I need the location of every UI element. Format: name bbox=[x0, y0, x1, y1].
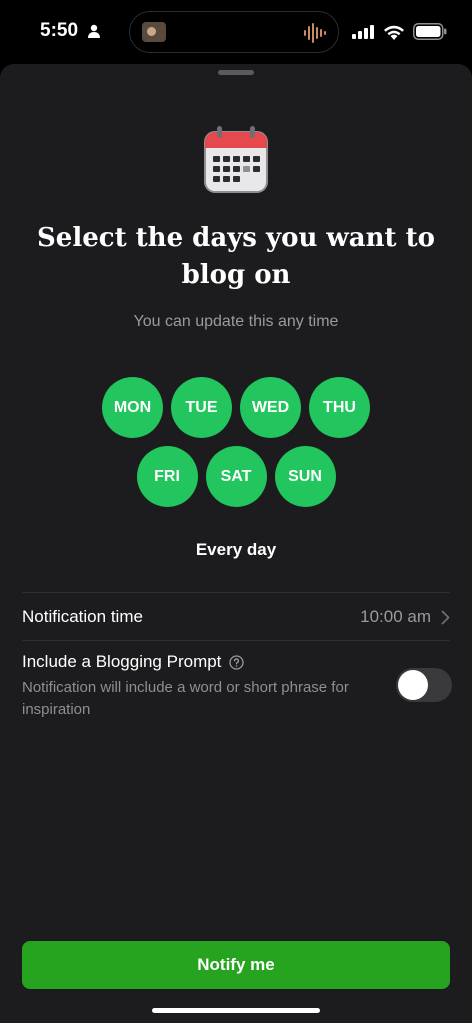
day-toggle-wed[interactable]: WED bbox=[240, 377, 301, 438]
person-icon bbox=[88, 24, 100, 38]
blogging-prompt-setting: Include a Blogging Prompt Notification w… bbox=[22, 652, 450, 721]
notification-time-label: Notification time bbox=[22, 607, 143, 626]
day-toggle-thu[interactable]: THU bbox=[309, 377, 370, 438]
sheet-grabber[interactable] bbox=[218, 70, 254, 75]
now-playing-thumbnail bbox=[142, 22, 166, 42]
notification-time-row[interactable]: Notification time 10:00 am bbox=[22, 593, 450, 641]
day-row-rest: FRI SAT SUN bbox=[0, 446, 472, 507]
calendar-icon bbox=[204, 126, 268, 193]
blog-schedule-sheet: Select the days you want to blog on You … bbox=[0, 64, 472, 1023]
day-selector: MON TUE WED THU FRI SAT SUN bbox=[0, 377, 472, 515]
day-toggle-fri[interactable]: FRI bbox=[136, 446, 198, 507]
dynamic-island[interactable] bbox=[129, 11, 339, 53]
wifi-icon bbox=[384, 25, 404, 40]
help-circle-icon[interactable] bbox=[229, 654, 245, 670]
home-indicator[interactable] bbox=[152, 1008, 320, 1013]
audio-waveform-icon bbox=[304, 23, 326, 43]
notify-me-button[interactable]: Notify me bbox=[22, 941, 450, 989]
toggle-knob bbox=[398, 670, 428, 700]
day-toggle-sat[interactable]: SAT bbox=[205, 446, 267, 507]
blogging-prompt-label: Include a Blogging Prompt bbox=[22, 652, 222, 671]
notification-time-value: 10:00 am bbox=[360, 607, 431, 626]
signal-icon bbox=[352, 25, 374, 39]
blogging-prompt-description: Notification will include a word or shor… bbox=[22, 679, 349, 718]
day-toggle-mon[interactable]: MON bbox=[102, 377, 163, 438]
blogging-prompt-title-row: Include a Blogging Prompt bbox=[22, 652, 450, 672]
notification-time-value-group: 10:00 am bbox=[360, 607, 450, 627]
day-toggle-tue[interactable]: TUE bbox=[171, 377, 232, 438]
day-toggle-sun[interactable]: SUN bbox=[274, 446, 336, 507]
page-subtitle: You can update this any time bbox=[133, 313, 339, 330]
page-title: Select the days you want to blog on bbox=[37, 223, 435, 290]
divider bbox=[22, 640, 450, 641]
blogging-prompt-toggle[interactable] bbox=[396, 668, 452, 702]
chevron-right-icon bbox=[441, 610, 450, 624]
status-bar: 5:50 bbox=[0, 0, 472, 64]
battery-icon bbox=[413, 23, 447, 40]
status-time: 5:50 bbox=[40, 20, 79, 41]
day-row-weekdays: MON TUE WED THU bbox=[0, 377, 472, 438]
days-summary: Every day bbox=[195, 540, 277, 559]
